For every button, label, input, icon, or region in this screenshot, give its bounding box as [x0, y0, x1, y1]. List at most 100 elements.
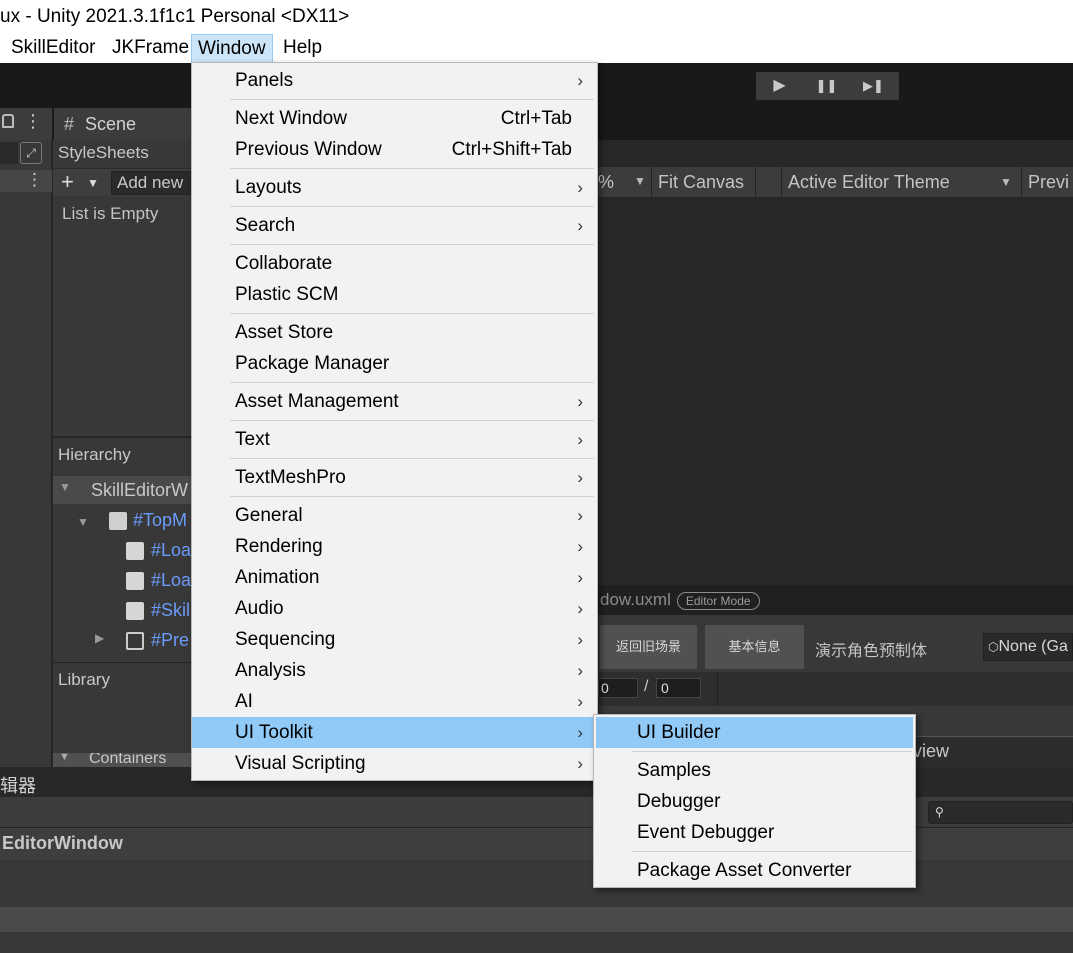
builder-tab-strip [598, 140, 1073, 167]
hierarchy-root-label: SkillEditorW [91, 480, 189, 500]
frame-separator: / [644, 678, 649, 695]
hierarchy-item[interactable]: #TopM [133, 510, 187, 531]
canvas-header: dow.uxml Editor Mode [598, 585, 1073, 615]
window-title: ux - Unity 2021.3.1f1c1 Personal <DX11> [0, 0, 1073, 34]
chevron-down-icon[interactable]: ▼ [1000, 175, 1012, 189]
chevron-right-icon: › [577, 630, 583, 649]
collapse-arrow-icon[interactable]: ▶ [95, 631, 104, 645]
hash-icon: # [64, 114, 75, 134]
button-element-icon [126, 602, 144, 620]
add-new-input[interactable]: Add new [111, 171, 193, 195]
stylesheets-panel: StyleSheets + ▼ Add new List is Empty [53, 140, 193, 436]
menu-item-audio[interactable]: Audio › [192, 593, 597, 624]
chevron-down-icon[interactable]: ▼ [634, 174, 646, 188]
menu-item-asset-management[interactable]: Asset Management › [192, 386, 597, 417]
start-frame-input[interactable]: 0 [598, 678, 638, 698]
menu-item-analysis[interactable]: Analysis › [192, 655, 597, 686]
builder-viewport [598, 165, 1073, 585]
basic-info-button[interactable]: 基本信息 [705, 625, 804, 669]
left-panel: ⤢ ⋮ [0, 140, 52, 767]
pause-button[interactable]: ❚❚ [803, 72, 850, 100]
menu-item-previous-window[interactable]: Previous Window Ctrl+Shift+Tab [192, 134, 597, 165]
theme-dropdown[interactable]: Active Editor Theme [781, 167, 1019, 197]
menu-help[interactable]: Help [277, 34, 328, 63]
hierarchy-item[interactable]: #Loa [151, 540, 191, 561]
zoom-suffix[interactable]: % [598, 167, 614, 197]
chevron-right-icon: › [577, 692, 583, 711]
expand-arrow-icon[interactable]: ▼ [59, 480, 71, 494]
toolbar-spacer [755, 167, 781, 197]
menu-separator [230, 420, 594, 421]
menu-item-sequencing[interactable]: Sequencing › [192, 624, 597, 655]
chevron-down-icon[interactable]: ▼ [87, 169, 99, 197]
end-frame-input[interactable]: 0 [656, 678, 701, 698]
step-button[interactable]: ▶❚ [850, 72, 897, 100]
hierarchy-item[interactable]: #Pre [151, 630, 189, 651]
menu-item-asset-store[interactable]: Asset Store [192, 317, 597, 348]
fit-canvas-button[interactable]: Fit Canvas [651, 167, 755, 197]
containers-label: Containers [89, 753, 167, 767]
bottom-row [0, 932, 1073, 953]
maximize-icon[interactable]: ⤢ [20, 142, 42, 164]
search-icon: ⚲ [935, 805, 944, 819]
menu-window[interactable]: Window [191, 34, 273, 63]
menu-separator [230, 168, 594, 169]
menu-item-ui-builder[interactable]: UI Builder [596, 717, 913, 748]
search-input[interactable]: ⚲ [928, 801, 1073, 824]
add-icon[interactable]: + [61, 169, 74, 195]
expand-arrow-icon[interactable]: ▼ [77, 515, 89, 529]
menu-separator [230, 458, 594, 459]
tab-scene-label: Scene [85, 114, 137, 134]
chevron-right-icon: › [577, 568, 583, 587]
menu-item-rendering[interactable]: Rendering › [192, 531, 597, 562]
hierarchy-root-row[interactable]: ▼ SkillEditorW [53, 476, 193, 504]
back-scene-button[interactable]: 返回旧场景 [600, 625, 697, 669]
containers-header[interactable]: ▼ Containers [53, 753, 193, 768]
kebab-menu-icon[interactable]: ⋮ [24, 111, 42, 132]
menu-skilleditor[interactable]: SkillEditor [5, 34, 101, 63]
menu-item-search[interactable]: Search › [192, 210, 597, 241]
lock-icon[interactable] [2, 114, 14, 128]
prefab-object-field[interactable]: ⬡None (Ga [983, 633, 1073, 661]
menu-jkframe[interactable]: JKFrame [106, 34, 195, 63]
chevron-right-icon: › [577, 71, 583, 90]
menu-item-plastic-scm[interactable]: Plastic SCM [192, 279, 597, 310]
button-element-icon [126, 572, 144, 590]
bottom-tab-title[interactable]: 辑器 [0, 772, 36, 798]
kebab-menu-icon[interactable]: ⋮ [26, 170, 43, 190]
menubar: SkillEditor JKFrame Window Help [0, 34, 1073, 63]
menu-item-package-manager[interactable]: Package Manager [192, 348, 597, 379]
menu-item-ui-toolkit[interactable]: UI Toolkit › [192, 717, 597, 748]
menu-separator [632, 751, 912, 752]
menu-item-package-asset-converter[interactable]: Package Asset Converter [594, 855, 915, 886]
menu-item-visual-scripting[interactable]: Visual Scripting › [192, 748, 597, 779]
menu-separator [230, 382, 594, 383]
chevron-right-icon: › [577, 754, 583, 773]
hierarchy-item[interactable]: #Skil [151, 600, 190, 621]
menu-item-textmeshpro[interactable]: TextMeshPro › [192, 462, 597, 493]
left-field[interactable] [0, 142, 18, 164]
menu-item-collaborate[interactable]: Collaborate [192, 248, 597, 279]
play-button[interactable]: ▶ [756, 72, 803, 100]
expand-arrow-icon: ▼ [59, 753, 70, 763]
hierarchy-item[interactable]: #Loa [151, 570, 191, 591]
divider [717, 672, 718, 706]
menu-item-debugger[interactable]: Debugger [594, 786, 915, 817]
preview-toggle[interactable]: Previ [1021, 167, 1073, 197]
menu-item-layouts[interactable]: Layouts › [192, 172, 597, 203]
menu-item-event-debugger[interactable]: Event Debugger [594, 817, 915, 848]
view-tab[interactable]: view [913, 736, 1073, 767]
menu-item-panels[interactable]: Panels › [192, 65, 597, 96]
menu-item-ai[interactable]: AI › [192, 686, 597, 717]
library-title: Library [58, 670, 110, 689]
menu-item-text[interactable]: Text › [192, 424, 597, 455]
tab-scene[interactable]: # Scene [54, 108, 194, 140]
menu-item-samples[interactable]: Samples [594, 755, 915, 786]
menu-item-animation[interactable]: Animation › [192, 562, 597, 593]
bottom-row [0, 907, 1073, 932]
menu-separator [230, 496, 594, 497]
menu-item-general[interactable]: General › [192, 500, 597, 531]
preview-role-label: 演示角色预制体 [815, 643, 928, 660]
menu-item-next-window[interactable]: Next Window Ctrl+Tab [192, 103, 597, 134]
menu-separator [230, 244, 594, 245]
